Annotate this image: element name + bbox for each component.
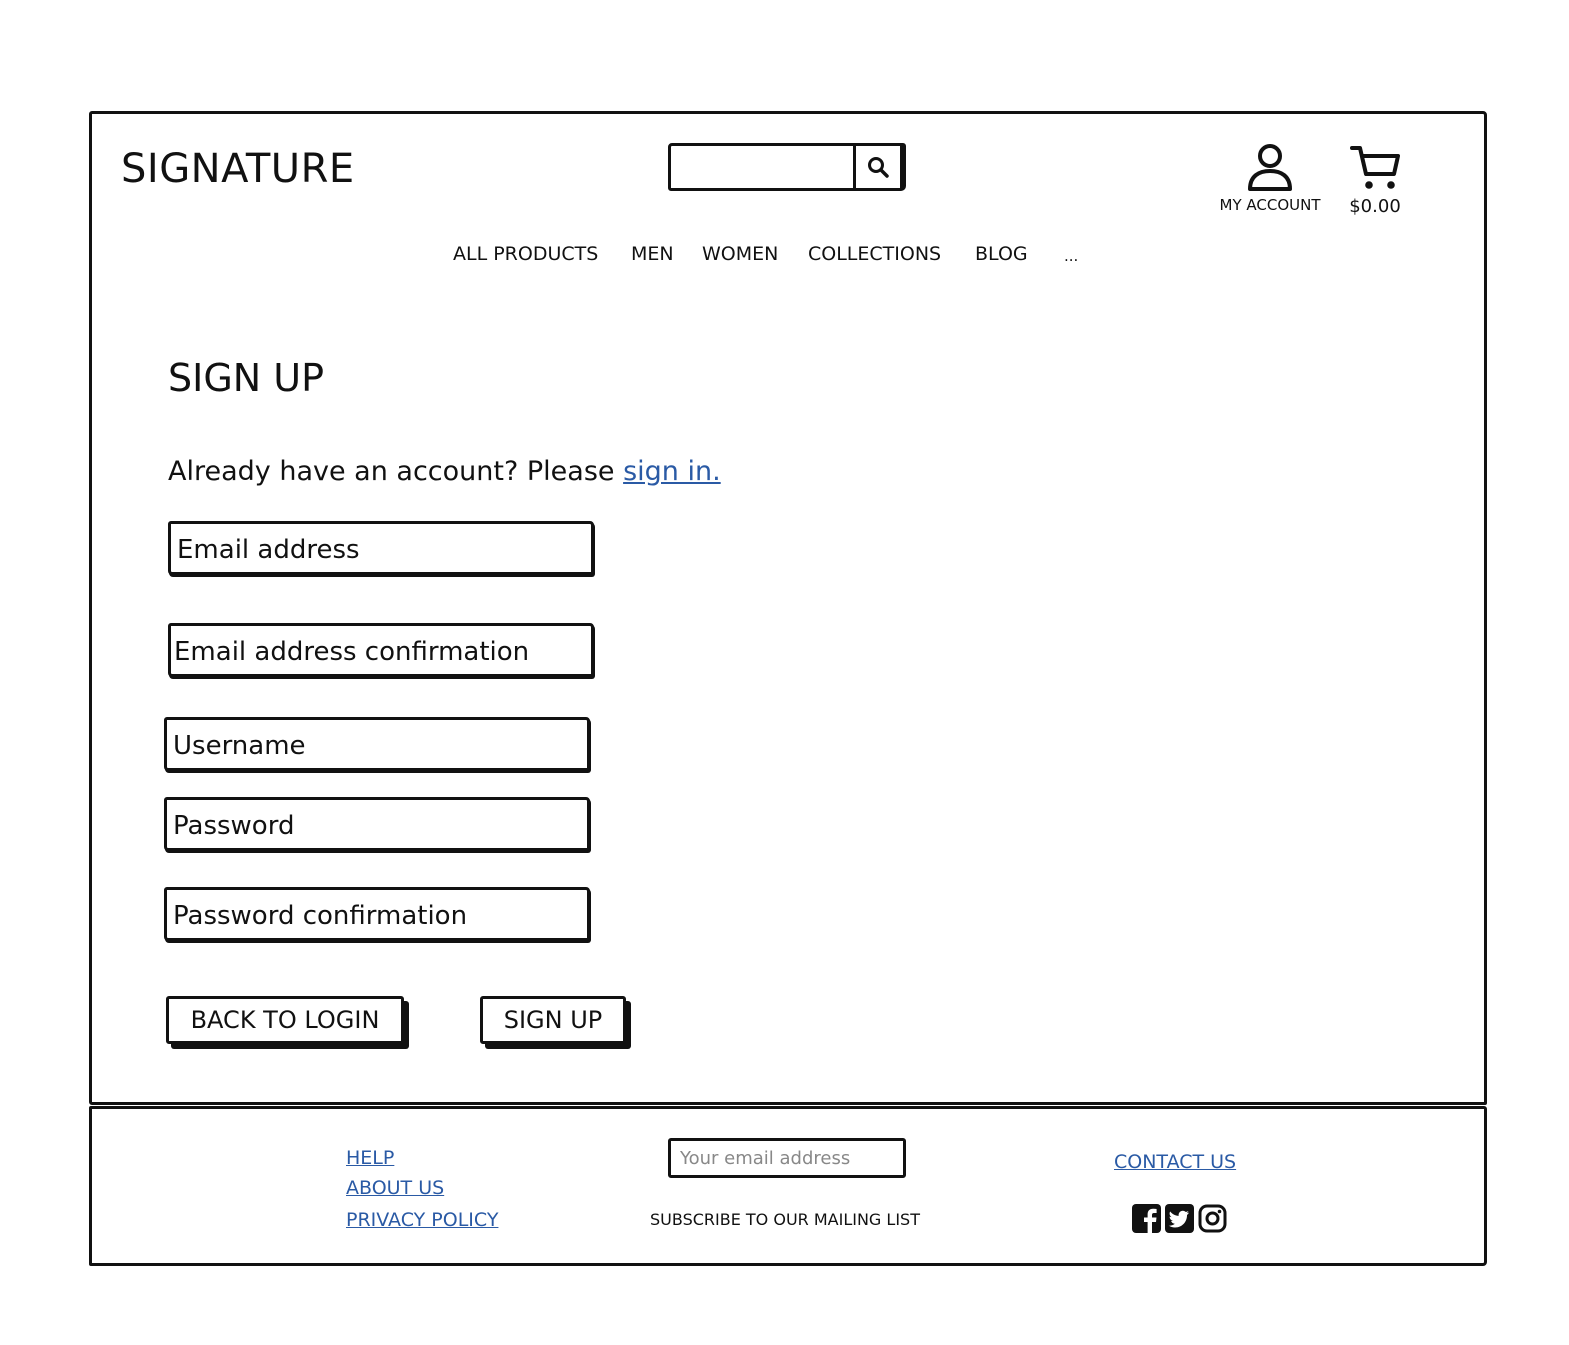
email-field-wrapper [168,521,594,575]
my-account-label: MY ACCOUNT [1219,196,1321,214]
footer-link-privacy-policy[interactable]: PRIVACY POLICY [346,1209,498,1231]
password-field-wrapper [164,797,590,851]
nav-item-women[interactable]: WOMEN [702,243,778,265]
sign-up-button[interactable]: SIGN UP [480,996,626,1044]
subscribe-label: SUBSCRIBE TO OUR MAILING LIST [650,1210,920,1229]
password-confirmation-field[interactable] [167,890,587,938]
email-confirm-field-wrapper [168,623,594,677]
facebook-icon[interactable] [1132,1204,1161,1233]
search-bar [668,143,906,191]
nav-item-more[interactable]: ... [1064,247,1078,265]
nav-item-all-products[interactable]: ALL PRODUCTS [453,243,598,265]
site-logo[interactable]: SIGNATURE [121,146,355,192]
search-icon [868,157,889,178]
newsletter-email-input[interactable] [671,1141,903,1175]
cart-total: $0.00 [1349,196,1401,217]
password-field[interactable] [167,800,587,848]
search-input[interactable] [671,146,857,188]
twitter-icon[interactable] [1165,1204,1194,1233]
nav-item-men[interactable]: MEN [631,243,674,265]
footer-link-contact-us[interactable]: CONTACT US [1114,1151,1236,1173]
password-confirm-field-wrapper [164,887,590,941]
cart-button[interactable]: $0.00 [1340,140,1410,217]
signin-link[interactable]: sign in. [623,456,721,487]
username-field-wrapper [164,717,590,771]
footer-link-help[interactable]: HELP [346,1147,394,1169]
my-account-button[interactable]: MY ACCOUNT [1210,140,1330,214]
cart-icon [1350,146,1400,189]
email-field[interactable] [171,524,591,572]
user-icon [1248,144,1292,191]
social-links [1132,1204,1227,1234]
signin-prompt-text: Already have an account? Please [168,456,624,487]
footer-frame [89,1106,1487,1266]
footer-link-about-us[interactable]: ABOUT US [346,1177,444,1199]
nav-item-collections[interactable]: COLLECTIONS [808,243,941,265]
username-field[interactable] [167,720,587,768]
nav-item-blog[interactable]: BLOG [975,243,1028,265]
main-nav: ALL PRODUCTS MEN WOMEN COLLECTIONS BLOG … [0,243,1569,273]
instagram-icon[interactable] [1198,1204,1227,1233]
page-title: SIGN UP [168,356,325,400]
newsletter-field-wrapper [668,1138,906,1178]
search-button[interactable] [853,143,903,191]
back-to-login-button[interactable]: BACK TO LOGIN [166,996,404,1044]
signin-prompt: Already have an account? Please sign in. [168,456,721,487]
email-confirmation-field[interactable] [171,626,591,674]
